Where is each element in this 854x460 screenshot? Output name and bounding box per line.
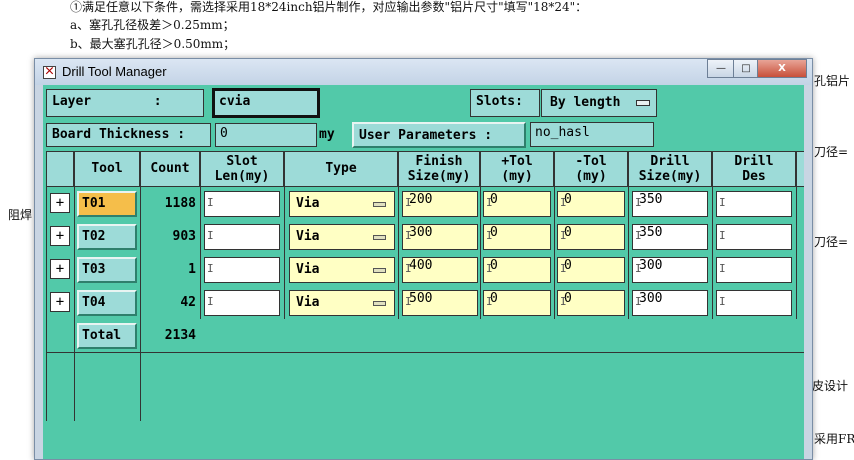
grid-line (628, 187, 629, 319)
drill-size-input[interactable]: I 300 (632, 290, 708, 316)
header-more (796, 151, 804, 187)
header-type: Type (284, 151, 398, 187)
grid-line (46, 187, 47, 421)
grid-line (46, 352, 804, 353)
tool-button-t04[interactable]: T04 (77, 290, 137, 316)
grid-line (284, 187, 285, 319)
grid-line (200, 187, 201, 319)
expand-row-button[interactable]: + (50, 226, 70, 246)
bg-doc-left1: 阻焊 (8, 208, 33, 222)
option-indicator-icon (373, 301, 386, 306)
header-expand (46, 151, 74, 187)
slot-len-input[interactable]: I (204, 191, 280, 217)
bg-doc-line3: b、最大塞孔孔径＞0.50mm； (70, 37, 236, 51)
bg-doc-line1: ①满足任意以下条件，需选择采用18*24inch铝片制作，对应输出参数"铝片尺寸… (70, 0, 588, 14)
user-parameters-button[interactable]: User Parameters : (352, 122, 526, 148)
minus-tol-input[interactable]: I0 (557, 224, 625, 250)
minus-tol-input[interactable]: I0 (557, 191, 625, 217)
minus-tol-input[interactable]: I0 (557, 257, 625, 283)
minus-tol-input[interactable]: I0 (557, 290, 625, 316)
maximize-button[interactable]: □ (733, 59, 759, 78)
expand-row-button[interactable]: + (50, 292, 70, 312)
header-finish-size: Finish Size(my) (398, 151, 480, 187)
grid-line (712, 187, 713, 319)
bg-doc-right5: 采用FR (814, 432, 854, 446)
app-icon: ⨉ (43, 66, 56, 79)
drill-size-input[interactable]: I 300 (632, 257, 708, 283)
header-tool: Tool (74, 151, 140, 187)
drill-tool-manager-window: ⨉ Drill Tool Manager — □ X Layer : cvia … (34, 58, 813, 460)
type-option-menu[interactable]: Via (289, 290, 395, 316)
header-drill-des: Drill Des (712, 151, 796, 187)
finish-size-input[interactable]: I 500 (402, 290, 478, 316)
grid-line (796, 187, 797, 319)
count-value: 1188 (164, 196, 196, 211)
finish-size-input[interactable]: I 300 (402, 224, 478, 250)
plus-tol-input[interactable]: I0 (483, 224, 551, 250)
bg-doc-right4: 皮设计 (812, 379, 849, 393)
count-value: 903 (172, 229, 196, 244)
window-title: Drill Tool Manager (62, 64, 167, 79)
slot-len-input[interactable]: I (204, 257, 280, 283)
header-minus-tol: -Tol (my) (554, 151, 628, 187)
header-drill-size: Drill Size(my) (628, 151, 712, 187)
header-count: Count (140, 151, 200, 187)
drill-des-input[interactable]: I (716, 224, 792, 250)
drill-tool-table: Tool Count Slot Len(my) Type Finish Size… (46, 151, 804, 421)
finish-size-input[interactable]: I 200 (402, 191, 478, 217)
count-value: 1 (188, 262, 196, 277)
plus-tol-input[interactable]: I0 (483, 290, 551, 316)
slot-len-input[interactable]: I (204, 290, 280, 316)
drill-size-input[interactable]: I 350 (632, 191, 708, 217)
slots-label: Slots: (470, 89, 540, 117)
slots-option-menu[interactable]: By length (541, 89, 657, 117)
grid-line (554, 187, 555, 319)
bg-doc-right3: 刀径= (814, 235, 849, 249)
bg-doc-right1: 孔铝片 (814, 74, 851, 88)
total-count: 2134 (164, 328, 196, 343)
tool-button-t01[interactable]: T01 (77, 191, 137, 217)
drill-des-input[interactable]: I (716, 290, 792, 316)
slots-option-value: By length (550, 95, 621, 110)
tool-button-t02[interactable]: T02 (77, 224, 137, 250)
plus-tol-input[interactable]: I0 (483, 191, 551, 217)
board-thickness-label: Board Thickness : (46, 123, 211, 147)
drill-size-input[interactable]: I 350 (632, 224, 708, 250)
grid-line (398, 187, 399, 319)
minimize-button[interactable]: — (707, 59, 735, 78)
grid-line (480, 187, 481, 319)
type-option-menu[interactable]: Via (289, 191, 395, 217)
total-button[interactable]: Total (77, 323, 137, 349)
close-button[interactable]: X (757, 59, 807, 78)
bg-doc-right2: 刀径= (814, 145, 849, 159)
user-parameters-input[interactable]: no_hasl (530, 122, 654, 147)
drill-des-input[interactable]: I (716, 191, 792, 217)
header-plus-tol: +Tol (my) (480, 151, 554, 187)
slot-len-input[interactable]: I (204, 224, 280, 250)
expand-row-button[interactable]: + (50, 259, 70, 279)
plus-tol-input[interactable]: I0 (483, 257, 551, 283)
header-slot-len: Slot Len(my) (200, 151, 284, 187)
board-thickness-input[interactable]: 0 (215, 123, 317, 147)
grid-line (140, 187, 141, 421)
tool-button-t03[interactable]: T03 (77, 257, 137, 283)
board-thickness-unit: my (319, 127, 335, 142)
option-indicator-icon (636, 100, 650, 106)
type-option-menu[interactable]: Via (289, 257, 395, 283)
grid-line (74, 187, 75, 421)
layer-label: Layer : (46, 89, 204, 117)
layer-input[interactable]: cvia (212, 88, 320, 118)
finish-size-input[interactable]: I 400 (402, 257, 478, 283)
bg-doc-line2: a、塞孔孔径极差＞0.25mm； (70, 18, 235, 32)
title-bar[interactable]: ⨉ Drill Tool Manager — □ X (35, 59, 812, 85)
option-indicator-icon (373, 202, 386, 207)
option-indicator-icon (373, 235, 386, 240)
option-indicator-icon (373, 268, 386, 273)
count-value: 42 (180, 295, 196, 310)
type-option-menu[interactable]: Via (289, 224, 395, 250)
expand-row-button[interactable]: + (50, 193, 70, 213)
drill-des-input[interactable]: I (716, 257, 792, 283)
client-area: Layer : cvia Slots: By length Board Thic… (43, 85, 804, 459)
window-right-border (804, 85, 812, 459)
